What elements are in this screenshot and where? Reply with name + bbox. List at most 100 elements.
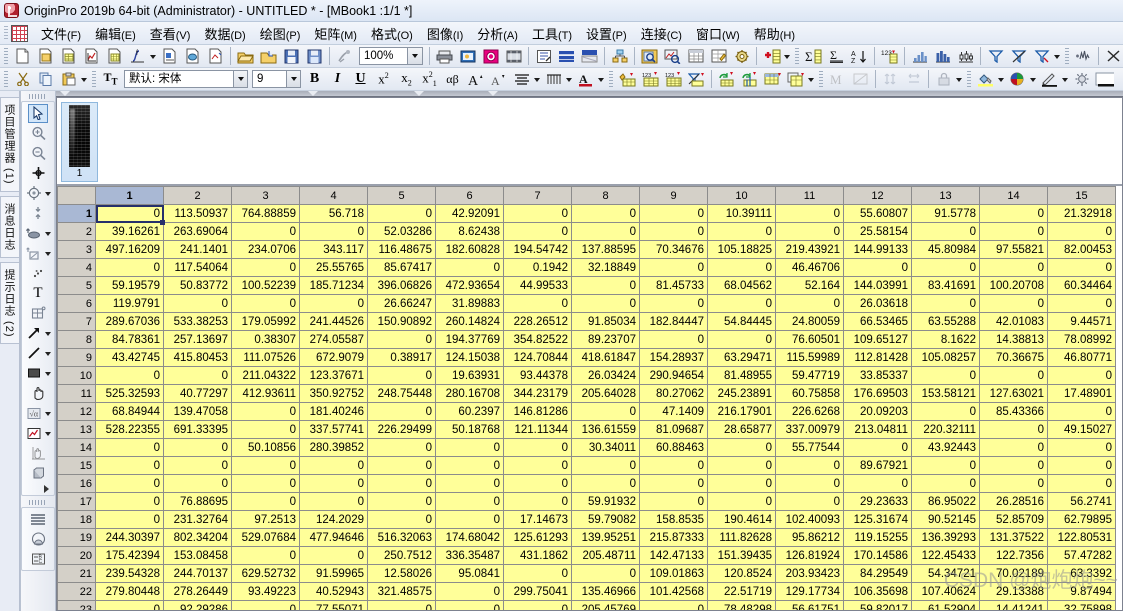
grid-cell[interactable]: 0: [163, 456, 232, 475]
duplicate-icon[interactable]: [785, 69, 806, 89]
grid-cell[interactable]: 144.03991: [843, 276, 912, 295]
grid-cell[interactable]: 241.1401: [163, 240, 232, 259]
grid-cell[interactable]: 0: [639, 492, 708, 511]
menu-item-tools[interactable]: 工具(T): [525, 21, 579, 46]
grid-cell[interactable]: 0: [1047, 402, 1116, 421]
column-header-12[interactable]: 12: [843, 186, 912, 205]
zoom-in-graph-icon[interactable]: [662, 46, 683, 66]
new-function-plot-icon[interactable]: f: [127, 46, 148, 66]
grid-cell[interactable]: 0: [571, 456, 640, 475]
grid-cell[interactable]: 0: [911, 456, 980, 475]
grid-cell[interactable]: 63.3392: [1047, 564, 1116, 583]
script-window-icon[interactable]: [533, 46, 554, 66]
matrix-thumbnail[interactable]: 1: [61, 102, 98, 182]
grid-cell[interactable]: 0.38917: [367, 348, 436, 367]
grid-cell[interactable]: 0: [299, 456, 368, 475]
grid-cell[interactable]: 350.92752: [299, 384, 368, 403]
grid-cell[interactable]: 344.23179: [503, 384, 572, 403]
grid-cell[interactable]: 70.36675: [979, 348, 1048, 367]
grid-cell[interactable]: 60.75858: [775, 384, 844, 403]
grid-cell[interactable]: 84.29549: [843, 564, 912, 583]
grid-cell[interactable]: 139.95251: [571, 528, 640, 547]
grid-cell[interactable]: 116.48675: [367, 240, 436, 259]
rotate-hand-tool-icon[interactable]: [28, 444, 48, 463]
grid-cell[interactable]: 21.32918: [1047, 204, 1116, 223]
sidebar-item-project-explorer[interactable]: 项目管理器 (1): [0, 97, 19, 192]
zoom-level-combobox[interactable]: 100%: [359, 47, 423, 65]
grid-cell[interactable]: 32.75898: [1047, 600, 1116, 610]
grid-cell[interactable]: 194.37769: [435, 330, 504, 349]
menu-item-data[interactable]: 数据(D): [197, 21, 252, 46]
grid-cell[interactable]: 0: [367, 438, 436, 457]
grid-cell[interactable]: 56.2741: [1047, 492, 1116, 511]
grid-cell[interactable]: 42.92091: [435, 204, 504, 223]
grid-cell[interactable]: 0.1942: [503, 258, 572, 277]
grid-cell[interactable]: 137.88595: [571, 240, 640, 259]
grid-cell[interactable]: 81.48955: [707, 366, 776, 385]
grid-cell[interactable]: 336.35487: [435, 546, 504, 565]
grid-cell[interactable]: 26.03424: [571, 366, 640, 385]
grid-cell[interactable]: 30.34011: [571, 438, 640, 457]
regional-data-selector-icon[interactable]: [24, 224, 44, 243]
filter-dropdown-arrow[interactable]: [1051, 46, 1062, 66]
grid-cell[interactable]: 122.80531: [1047, 528, 1116, 547]
equation-tool-icon[interactable]: √α: [24, 404, 44, 423]
selection-fill-handle[interactable]: [160, 220, 165, 225]
grid-cell[interactable]: 60.34464: [1047, 276, 1116, 295]
row-header-7[interactable]: 7: [57, 312, 96, 331]
grid-cell[interactable]: 44.99533: [503, 276, 572, 295]
grid-cell[interactable]: 0: [231, 294, 300, 313]
remove-values-icon[interactable]: [686, 69, 707, 89]
grid-cell[interactable]: 83.41691: [911, 276, 980, 295]
grid-cell[interactable]: 415.80453: [163, 348, 232, 367]
grid-cell[interactable]: 0: [435, 600, 504, 610]
grid-cell[interactable]: 0: [435, 582, 504, 601]
grid-cell[interactable]: 0: [707, 222, 776, 241]
grid-cell[interactable]: 22.51719: [707, 582, 776, 601]
grid-cell[interactable]: 0: [639, 204, 708, 223]
grid-cell[interactable]: 89.23707: [571, 330, 640, 349]
add-columns-dropdown-arrow[interactable]: [781, 46, 792, 66]
menu-item-connectivity[interactable]: 连接(C): [634, 21, 689, 46]
grid-cell[interactable]: 78.48298: [707, 600, 776, 610]
grid-cell[interactable]: 14.38813: [979, 330, 1048, 349]
grid-cell[interactable]: 80.27062: [639, 384, 708, 403]
grid-cell[interactable]: 92.29286: [163, 600, 232, 610]
grid-cell[interactable]: 0: [95, 456, 164, 475]
grid-cell[interactable]: 0: [435, 474, 504, 493]
greek-symbol-button[interactable]: αβ: [442, 69, 463, 89]
new-layout-icon[interactable]: [182, 46, 203, 66]
grid-cell[interactable]: 0: [843, 474, 912, 493]
grid-cell[interactable]: 26.03618: [843, 294, 912, 313]
grid-cell[interactable]: 170.14586: [843, 546, 912, 565]
new-worksheet-icon[interactable]: [58, 46, 79, 66]
grid-cell[interactable]: 43.42745: [95, 348, 164, 367]
regional-mask-tool-icon[interactable]: [24, 244, 44, 263]
menu-item-preferences[interactable]: 设置(P): [579, 21, 634, 46]
rotate-3d-tool-icon[interactable]: [28, 464, 48, 483]
pointer-tool-icon[interactable]: [28, 103, 48, 123]
grid-cell[interactable]: 70.34676: [639, 240, 708, 259]
menu-item-edit[interactable]: 编辑(E): [88, 21, 143, 46]
row-header-21[interactable]: 21: [57, 564, 96, 583]
grid-cell[interactable]: 211.04322: [231, 366, 300, 385]
grid-cell[interactable]: 124.15038: [435, 348, 504, 367]
menu-item-view[interactable]: 查看(V): [143, 21, 198, 46]
grid-cell[interactable]: 125.61293: [503, 528, 572, 547]
grid-cell[interactable]: 50.18768: [435, 420, 504, 439]
grid-cell[interactable]: 122.7356: [979, 546, 1048, 565]
grid-cell[interactable]: 205.48711: [571, 546, 640, 565]
grid-cell[interactable]: 629.52732: [231, 564, 300, 583]
palette-grip-handle[interactable]: [29, 94, 47, 99]
column-header-13[interactable]: 13: [911, 186, 980, 205]
grid-cell[interactable]: 0: [1047, 366, 1116, 385]
grid-cell[interactable]: 0: [503, 492, 572, 511]
grid-cell[interactable]: 17.14673: [503, 510, 572, 529]
grid-cell[interactable]: 52.85709: [979, 510, 1048, 529]
palette-dropdown-arrow[interactable]: [1027, 69, 1038, 89]
row-header-20[interactable]: 20: [57, 546, 96, 565]
font-name-combobox[interactable]: 默认: 宋体: [124, 70, 248, 88]
grid-cell[interactable]: 60.88463: [639, 438, 708, 457]
grid-cell[interactable]: 215.87333: [639, 528, 708, 547]
grid-cell[interactable]: 219.43921: [775, 240, 844, 259]
